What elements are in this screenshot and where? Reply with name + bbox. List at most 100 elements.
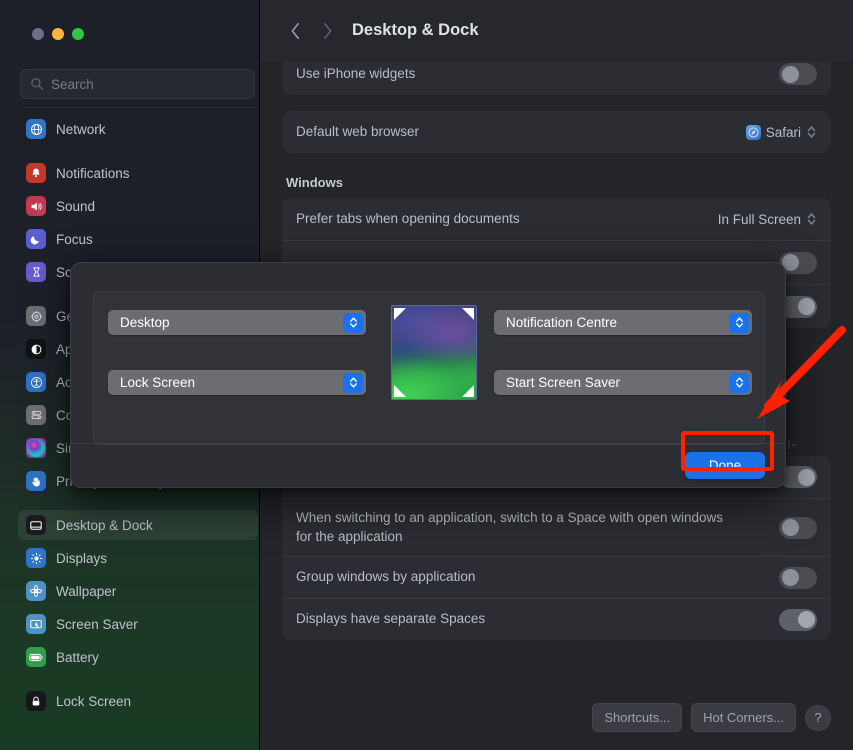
scrollbar-mark[interactable]: [786, 440, 798, 450]
default-browser-group: Default web browser Safari: [282, 111, 831, 153]
gear-icon: [26, 306, 46, 326]
sidebar-item-desktop-dock[interactable]: Desktop & Dock: [18, 510, 258, 540]
help-button[interactable]: ?: [805, 704, 831, 731]
sidebar-item-label: Network: [56, 121, 106, 137]
brightness-icon: [26, 548, 46, 568]
dialog-footer: Done: [71, 443, 785, 487]
bell-icon: [26, 163, 46, 183]
toggle-group-windows[interactable]: [779, 566, 817, 589]
toggle-separate-spaces[interactable]: [779, 608, 817, 631]
sidebar-item-focus[interactable]: Focus: [18, 224, 258, 254]
corner-marker-top-right: [462, 308, 474, 320]
safari-icon: [745, 124, 761, 140]
accessibility-icon: [26, 372, 46, 392]
sidebar-item-label: Sound: [56, 198, 96, 214]
search-icon: [31, 78, 43, 90]
prefer-tabs-popup[interactable]: In Full Screen: [718, 211, 817, 227]
prefer-tabs-value: In Full Screen: [717, 211, 801, 227]
desktop-dock-icon: [26, 515, 46, 535]
default-browser-value: Safari: [765, 124, 801, 140]
row-default-web-browser[interactable]: Default web browser Safari: [282, 111, 831, 153]
hot-corner-top-left-value: Desktop: [120, 315, 170, 330]
chevron-left-icon: [291, 22, 299, 39]
sidebar-item-screen-saver[interactable]: Screen Saver: [18, 609, 258, 639]
chevron-right-icon: [323, 22, 331, 39]
hot-corner-bottom-left-value: Lock Screen: [120, 375, 196, 390]
close-button[interactable]: [32, 28, 44, 40]
sidebar-item-notifications[interactable]: Notifications: [18, 158, 258, 188]
row-label: When switching to an application, switch…: [296, 510, 723, 544]
hot-corners-grid: Desktop Lock Screen Notification Centre …: [93, 291, 765, 445]
screensaver-icon: [26, 614, 46, 634]
hot-corner-top-right-value: Notification Centre: [506, 315, 618, 330]
stepper-icon: [807, 213, 816, 225]
sidebar-item-label: Notifications: [56, 165, 130, 181]
sidebar-item-displays[interactable]: Displays: [18, 543, 258, 573]
sidebar-item-label: Wallpaper: [56, 583, 117, 599]
chevron-updown-icon: [343, 372, 363, 393]
default-browser-popup[interactable]: Safari: [745, 124, 817, 140]
sidebar-item-label: Battery: [56, 649, 99, 665]
battery-icon: [26, 647, 46, 667]
window-traffic-lights: [32, 28, 84, 40]
corner-marker-bottom-left: [394, 385, 406, 397]
hot-corner-top-right-popup[interactable]: Notification Centre: [494, 310, 752, 335]
shortcuts-button[interactable]: Shortcuts...: [592, 703, 683, 732]
stepper-icon: [807, 126, 816, 138]
section-heading-windows: Windows: [286, 175, 343, 190]
globe-icon: [26, 119, 46, 139]
sidebar-item-label: Focus: [56, 231, 93, 247]
search-field[interactable]: [20, 69, 255, 99]
row-label: Use iPhone widgets: [296, 65, 416, 81]
siri-icon: [26, 438, 46, 458]
hot-corner-bottom-left-popup[interactable]: Lock Screen: [108, 370, 366, 395]
minimize-button[interactable]: [52, 28, 64, 40]
row-label: Displays have separate Spaces: [296, 611, 486, 627]
row-label: Prefer tabs when opening documents: [296, 210, 520, 226]
page-title: Desktop & Dock: [352, 21, 479, 39]
back-button[interactable]: [280, 16, 310, 46]
corner-marker-bottom-right: [462, 385, 474, 397]
sidebar-item-battery[interactable]: Battery: [18, 642, 258, 672]
sidebar-item-label: Lock Screen: [56, 693, 132, 709]
contrast-icon: [26, 339, 46, 359]
sidebar-item-sound[interactable]: Sound: [18, 191, 258, 221]
desktop-preview-thumbnail: [391, 305, 477, 400]
corner-marker-top-left: [394, 308, 406, 320]
hot-corners-dialog: Desktop Lock Screen Notification Centre …: [70, 262, 786, 488]
row-switch-to-space[interactable]: When switching to an application, switch…: [282, 498, 831, 556]
switches-icon: [26, 405, 46, 425]
sidebar-item-network[interactable]: Network: [18, 114, 258, 144]
nav-top-divider: [20, 107, 256, 108]
moon-icon: [26, 229, 46, 249]
row-separate-spaces[interactable]: Displays have separate Spaces: [282, 598, 831, 640]
hot-corners-button[interactable]: Hot Corners...: [691, 703, 796, 732]
bottom-button-bar: Shortcuts... Hot Corners... ?: [592, 703, 831, 732]
hourglass-icon: [26, 262, 46, 282]
chevron-updown-icon: [343, 312, 363, 333]
maximize-button[interactable]: [72, 28, 84, 40]
chevron-updown-icon: [729, 372, 749, 393]
row-label: Group windows by application: [296, 569, 476, 585]
row-group-windows[interactable]: Group windows by application: [282, 556, 831, 598]
sidebar-item-label: Desktop & Dock: [56, 517, 153, 533]
row-prefer-tabs[interactable]: Prefer tabs when opening documents In Fu…: [282, 198, 831, 240]
sidebar-item-wallpaper[interactable]: Wallpaper: [18, 576, 258, 606]
sidebar-item-label: Displays: [56, 550, 108, 566]
hot-corner-top-left-popup[interactable]: Desktop: [108, 310, 366, 335]
search-input[interactable]: [51, 76, 245, 92]
toggle-use-iphone-widgets[interactable]: [779, 63, 817, 85]
toggle-switch-to-space[interactable]: [779, 516, 817, 539]
done-button[interactable]: Done: [685, 452, 765, 479]
hot-corner-bottom-right-popup[interactable]: Start Screen Saver: [494, 370, 752, 395]
sidebar-item-lock-screen[interactable]: Lock Screen: [18, 686, 258, 716]
system-settings-window: NetworkNotificationsSoundFocusScreen Tim…: [0, 0, 853, 750]
toolbar: Desktop & Dock: [260, 0, 853, 61]
speaker-icon: [26, 196, 46, 216]
chevron-updown-icon: [729, 312, 749, 333]
forward-button[interactable]: [312, 16, 342, 46]
hot-corner-bottom-right-value: Start Screen Saver: [506, 375, 621, 390]
